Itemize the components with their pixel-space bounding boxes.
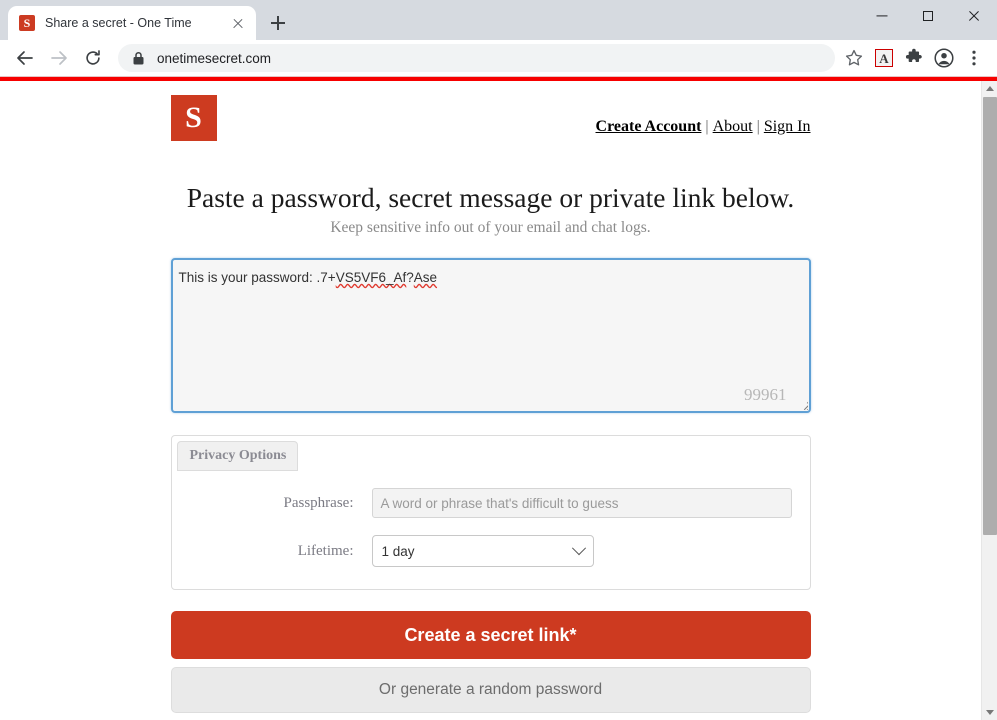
secret-textarea[interactable]: This is your password: .7+VS5VF6_Af?Ase …: [170, 258, 811, 413]
scroll-down-button[interactable]: [982, 704, 997, 720]
tab-strip: S Share a secret - One Time: [0, 0, 997, 40]
passphrase-input[interactable]: A word or phrase that's difficult to gue…: [371, 488, 792, 518]
address-bar-url: onetimesecret.com: [157, 50, 272, 66]
nav-sign-in-link[interactable]: Sign In: [764, 118, 811, 135]
account-avatar-icon: [934, 48, 954, 68]
window-maximize-button[interactable]: [905, 0, 951, 32]
page-subheadline: Keep sensitive info out of your email an…: [330, 219, 651, 236]
generate-random-password-button[interactable]: Or generate a random password: [170, 667, 811, 713]
passphrase-placeholder: A word or phrase that's difficult to gue…: [380, 495, 619, 511]
secret-value-mid: ?: [406, 270, 414, 285]
tab-title: Share a secret - One Time: [45, 16, 192, 30]
chevron-down-icon: [571, 541, 586, 556]
secret-field-wrapper: This is your password: .7+VS5VF6_Af?Ase …: [170, 258, 811, 413]
maximize-icon: [923, 11, 933, 21]
passphrase-row: Passphrase: A word or phrase that's diff…: [172, 488, 810, 518]
forward-button[interactable]: [44, 43, 74, 73]
nav-separator-1: |: [705, 118, 709, 135]
adobe-acrobat-icon: A: [875, 49, 893, 67]
lifetime-select[interactable]: 1 day: [371, 535, 594, 567]
browser-window: S Share a secret - One Time onetimesecre…: [0, 0, 997, 720]
web-page: S Create Account | About | Sign In Paste a p…: [0, 81, 981, 720]
site-header: S Create Account | About | Sign In: [170, 95, 811, 157]
lifetime-selected-value: 1 day: [381, 543, 415, 559]
lock-icon: [132, 51, 145, 66]
browser-menu-button[interactable]: [960, 44, 988, 72]
tab-favicon-icon: S: [19, 15, 35, 31]
profile-button[interactable]: [930, 44, 958, 72]
arrow-forward-icon: [51, 51, 67, 65]
character-counter: 99961: [744, 385, 787, 404]
secret-value-misspelled-2: Ase: [413, 270, 438, 285]
secret-value-misspelled-1: VS5VF6_Af: [335, 270, 407, 285]
textarea-resize-handle[interactable]: [795, 397, 808, 410]
lifetime-row: Lifetime: 1 day: [172, 535, 810, 567]
page-headline: Paste a password, secret message or priv…: [186, 182, 795, 213]
new-tab-button[interactable]: [264, 9, 292, 37]
site-nav: Create Account | About | Sign In: [596, 118, 811, 136]
reload-button[interactable]: [78, 43, 108, 73]
secret-textarea-value: This is your password: .7+VS5VF6_Af?Ase: [179, 270, 438, 285]
page-container: S Create Account | About | Sign In Paste a p…: [170, 81, 811, 720]
chevron-up-icon: [986, 86, 994, 91]
window-close-button[interactable]: [951, 0, 997, 32]
arrow-back-icon: [17, 51, 33, 65]
nav-separator-2: |: [756, 118, 760, 135]
site-logo[interactable]: S: [170, 95, 217, 141]
page-scrollbar[interactable]: [981, 81, 997, 720]
nav-create-account-link[interactable]: Create Account: [596, 118, 702, 135]
secret-value-prefix: This is your password: .7+: [178, 270, 336, 285]
three-dot-menu-icon: [972, 50, 976, 66]
nav-about-link[interactable]: About: [713, 118, 753, 135]
reload-icon: [86, 50, 100, 65]
privacy-options-tab[interactable]: Privacy Options: [176, 441, 299, 471]
scroll-up-button[interactable]: [982, 81, 997, 97]
tab-close-icon[interactable]: [228, 13, 248, 33]
star-icon: [845, 49, 863, 66]
lifetime-label: Lifetime:: [297, 542, 354, 559]
window-controls: [859, 0, 997, 32]
page-viewport: S Create Account | About | Sign In Paste a p…: [0, 81, 997, 720]
browser-tab[interactable]: S Share a secret - One Time: [8, 6, 256, 40]
browser-toolbar: onetimesecret.com A: [0, 40, 997, 76]
bookmark-star-button[interactable]: [840, 44, 868, 72]
adobe-acrobat-extension-button[interactable]: A: [870, 44, 898, 72]
privacy-options-panel: Privacy Options Passphrase: A word or ph…: [170, 435, 811, 590]
passphrase-label: Passphrase:: [283, 494, 354, 511]
puzzle-piece-icon: [905, 48, 922, 62]
chevron-down-icon: [986, 710, 994, 715]
minimize-icon: [876, 15, 888, 17]
back-button[interactable]: [10, 43, 40, 73]
scrollbar-thumb[interactable]: [983, 97, 997, 535]
extensions-button[interactable]: [900, 44, 928, 72]
address-bar[interactable]: onetimesecret.com: [118, 44, 835, 72]
create-secret-link-button[interactable]: Create a secret link*: [170, 611, 811, 659]
window-minimize-button[interactable]: [859, 0, 905, 32]
